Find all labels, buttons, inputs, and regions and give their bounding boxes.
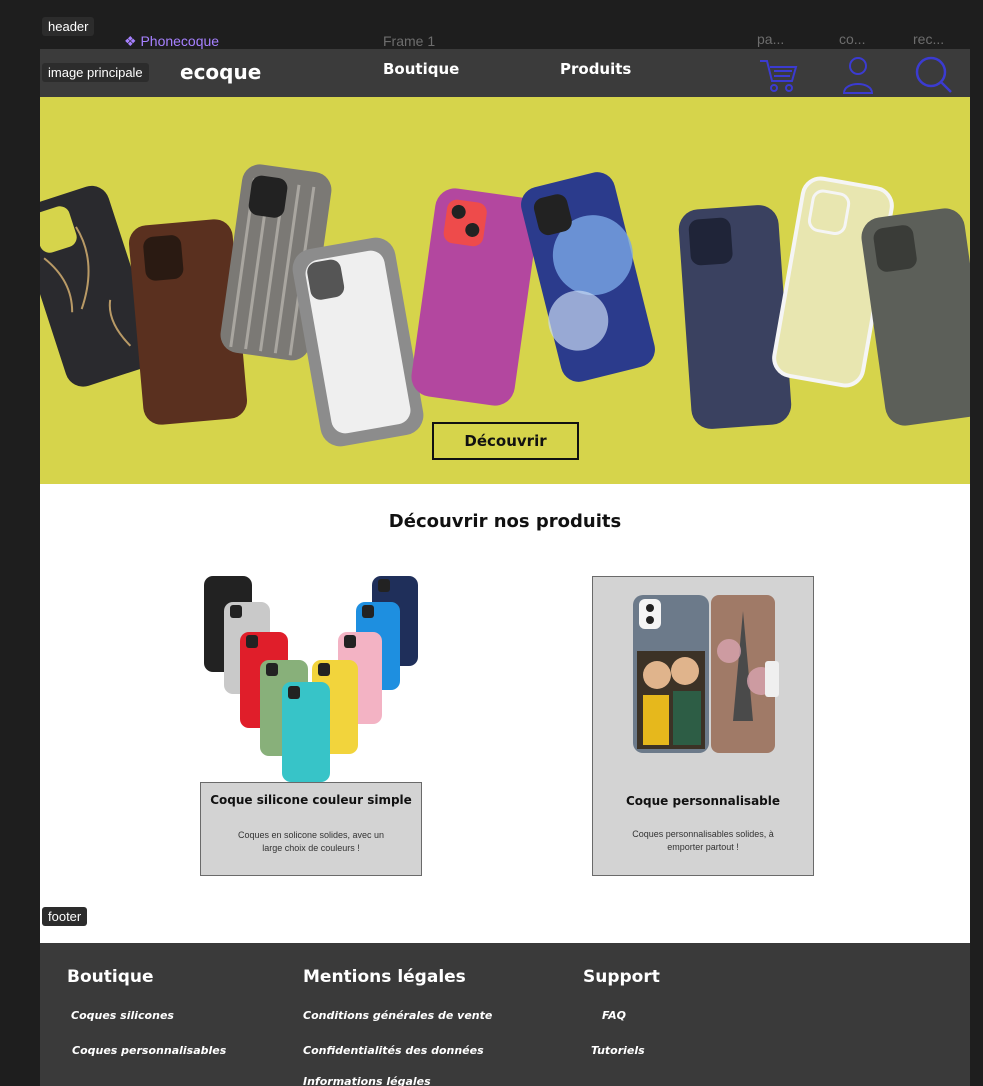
layer-label-account[interactable]: co...: [839, 31, 865, 47]
product-card-silicone[interactable]: Coque silicone couleur simple Coques en …: [200, 782, 422, 876]
search-icon[interactable]: [910, 53, 956, 95]
card-title-silicone: Coque silicone couleur simple: [210, 793, 412, 807]
case-galaxy: [521, 172, 655, 382]
footer-title-mentions: Mentions légales: [303, 967, 466, 987]
footer-link-confidentialite[interactable]: Confidentialités des données: [303, 1044, 484, 1057]
footer-title-boutique: Boutique: [67, 967, 154, 987]
user-icon[interactable]: [835, 53, 881, 95]
discover-button[interactable]: Découvrir: [432, 422, 579, 460]
component-label[interactable]: ❖ Phonecoque: [124, 33, 219, 50]
nav-boutique[interactable]: Boutique: [383, 60, 459, 78]
page-frame: ecoque Boutique Produits Découvrir Décou…: [40, 49, 970, 1086]
case-magenta: [411, 188, 539, 406]
footer-link-coques-silicones[interactable]: Coques silicones: [71, 1009, 174, 1022]
layer-tag-footer[interactable]: footer: [42, 907, 88, 926]
header: ecoque Boutique Produits: [40, 49, 970, 97]
footer-link-faq[interactable]: FAQ: [602, 1009, 626, 1022]
footer-link-tutoriels[interactable]: Tutoriels: [591, 1044, 645, 1057]
card-title-custom: Coque personnalisable: [625, 794, 781, 808]
footer-title-support: Support: [583, 967, 660, 987]
silicone-cases-image[interactable]: [198, 576, 420, 782]
silicone-case-stack: [204, 576, 418, 782]
hero-image: Découvrir: [40, 97, 970, 484]
card-desc-silicone: Coques en solicone solides, avec un larg…: [237, 830, 385, 853]
case-white-grey: [292, 237, 424, 447]
case-dark-grey: [861, 208, 970, 426]
figma-canvas: header ❖ Phonecoque Frame 1 pa... co... …: [0, 0, 983, 1086]
layer-tag-hero[interactable]: image principale: [42, 63, 149, 82]
custom-case-image: [629, 591, 779, 757]
footer-link-informations-legales[interactable]: Informations légales: [303, 1075, 431, 1086]
frame-label[interactable]: Frame 1: [383, 33, 435, 49]
footer-link-cgv[interactable]: Conditions générales de vente: [303, 1009, 492, 1022]
nav-produits[interactable]: Produits: [560, 60, 631, 78]
layer-label-search[interactable]: rec...: [913, 31, 944, 47]
logo[interactable]: ecoque: [180, 60, 261, 84]
card-desc-custom: Coques personnalisables solides, à empor…: [632, 829, 774, 852]
cart-icon[interactable]: [756, 53, 802, 95]
footer: Boutique Coques silicones Coques personn…: [40, 943, 970, 1086]
case-navy: [678, 205, 792, 429]
layer-tag-header[interactable]: header: [42, 17, 95, 36]
products-title: Découvrir nos produits: [388, 511, 622, 532]
product-card-custom[interactable]: Coque personnalisable Coques personnalis…: [592, 576, 814, 876]
layer-label-cart[interactable]: pa...: [757, 31, 784, 47]
footer-link-coques-personnalisables[interactable]: Coques personnalisables: [72, 1044, 226, 1057]
